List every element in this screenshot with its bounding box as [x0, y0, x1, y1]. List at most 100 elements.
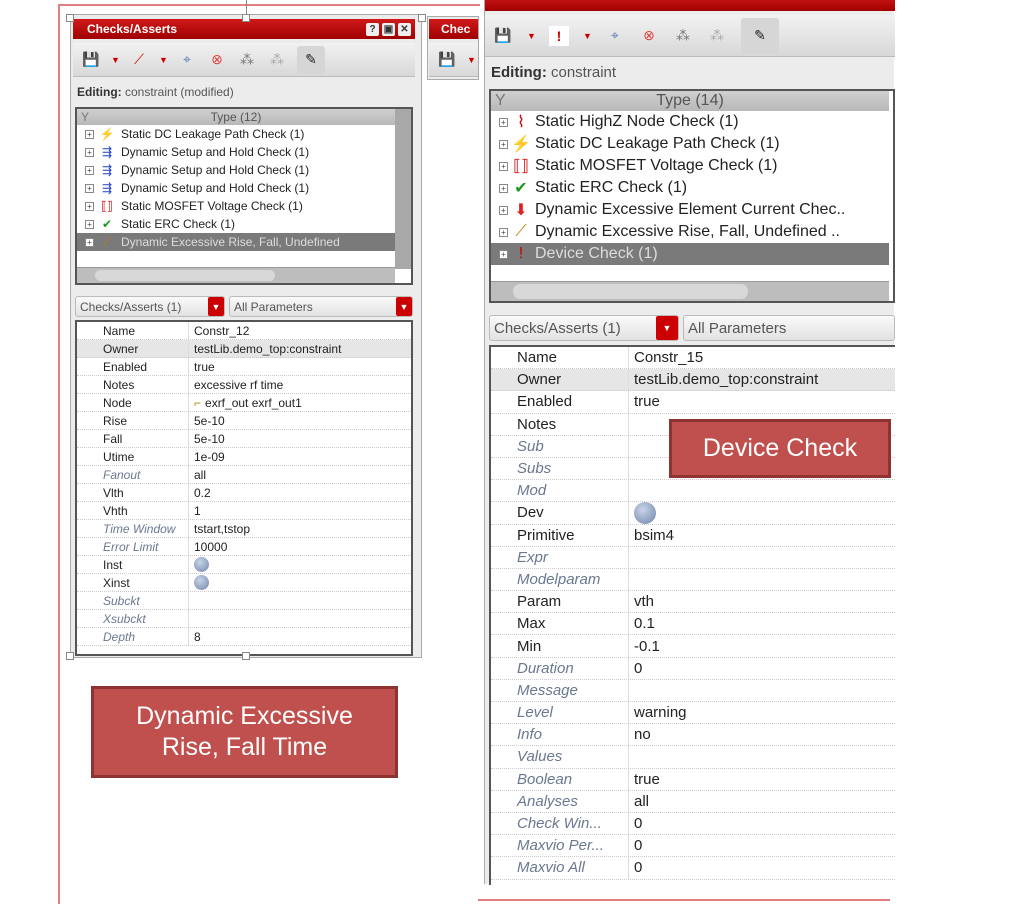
resize-handle[interactable] — [242, 14, 250, 22]
hierarchy-select-icon[interactable]: ⁂ — [267, 50, 287, 70]
tree-header[interactable]: Y Type (12) — [77, 109, 395, 125]
property-row[interactable]: Max 0.1 — [491, 613, 895, 636]
category-select[interactable]: Checks/Asserts (1) ▼ — [75, 296, 225, 317]
property-value[interactable]: 1e-09 — [194, 450, 225, 464]
target-icon[interactable]: ⌖ — [177, 50, 197, 70]
property-row[interactable]: Vhth 1 — [77, 502, 411, 520]
property-row[interactable]: Depth 8 — [77, 628, 411, 646]
resize-handle[interactable] — [66, 652, 74, 660]
property-row[interactable]: Node ⌐ exrf_out exrf_out1 — [77, 394, 411, 412]
browse-button[interactable] — [194, 557, 209, 572]
tree-item[interactable]: + ✔ Static ERC Check (1) — [77, 215, 395, 233]
property-value[interactable]: 0 — [634, 837, 642, 854]
tree-item[interactable]: + ✔ Static ERC Check (1) — [491, 177, 889, 199]
expand-icon[interactable]: + — [85, 183, 94, 193]
property-value[interactable]: 5e-10 — [194, 432, 225, 446]
property-value[interactable]: exrf_out exrf_out1 — [205, 396, 302, 410]
save-icon[interactable]: 💾 — [437, 50, 457, 70]
float-button[interactable]: ▣ — [382, 22, 395, 36]
property-row[interactable]: Xsubckt — [77, 610, 411, 628]
property-value[interactable]: warning — [634, 704, 687, 721]
chevron-down-icon[interactable]: ▼ — [656, 316, 678, 340]
property-row[interactable]: Check Win... 0 — [491, 812, 895, 836]
property-value[interactable]: 10000 — [194, 540, 227, 554]
tree-item[interactable]: + ⚡ Static DC Leakage Path Check (1) — [491, 133, 889, 155]
expand-icon[interactable]: + — [499, 139, 508, 149]
property-row[interactable]: Level warning — [491, 702, 895, 725]
property-value[interactable]: 5e-10 — [194, 414, 225, 428]
tree-item[interactable]: + ⟦⟧ Static MOSFET Voltage Check (1) — [491, 155, 889, 177]
category-select[interactable]: Checks/Asserts (1) ▼ — [489, 315, 679, 341]
property-row[interactable]: Vlth 0.2 — [77, 484, 411, 502]
save-icon[interactable]: 💾 — [81, 50, 101, 70]
tree-item[interactable]: + ⬇ Dynamic Excessive Element Current Chec… — [491, 199, 889, 221]
expand-icon[interactable]: + — [499, 161, 508, 171]
property-row[interactable]: Inst — [77, 556, 411, 574]
property-value[interactable]: 8 — [194, 630, 201, 644]
tree-item[interactable]: + ⌇ Static HighZ Node Check (1) — [491, 111, 889, 133]
chevron-down-icon[interactable]: ▼ — [208, 297, 224, 316]
property-row[interactable]: Param vth — [491, 591, 895, 614]
property-value[interactable]: true — [634, 771, 660, 788]
title-bar[interactable]: Chec — [429, 19, 478, 39]
resize-handle[interactable] — [242, 652, 250, 660]
device-check-icon[interactable]: ! — [549, 25, 569, 46]
parameters-select[interactable]: All Parameters ▼ — [229, 296, 413, 317]
property-value[interactable]: testLib.demo_top:constraint — [634, 371, 818, 388]
property-row[interactable]: Fanout all — [77, 466, 411, 484]
filter-icon[interactable]: Y — [495, 91, 506, 111]
property-row[interactable]: Name Constr_15 — [491, 347, 895, 370]
expand-icon[interactable]: + — [85, 201, 94, 211]
property-row[interactable]: Info no — [491, 724, 895, 747]
property-row[interactable]: Name Constr_12 — [77, 322, 411, 340]
property-row[interactable]: Boolean true — [491, 768, 895, 791]
property-row[interactable]: Maxvio Per... 0 — [491, 835, 895, 858]
property-value[interactable]: all — [634, 793, 649, 810]
property-row[interactable]: Values — [491, 746, 895, 769]
property-value[interactable]: Constr_12 — [194, 324, 249, 338]
expand-icon[interactable]: + — [85, 129, 94, 139]
rise-fall-icon[interactable]: ⟋ — [129, 50, 149, 70]
expand-icon[interactable]: + — [499, 117, 508, 127]
property-row[interactable]: Mod — [491, 480, 895, 503]
expand-icon[interactable]: + — [85, 237, 94, 247]
edit-icon[interactable]: ✎ — [297, 45, 325, 74]
vertical-scrollbar[interactable] — [395, 109, 411, 269]
title-bar[interactable]: Checks/Asserts ? ▣ ✕ — [73, 19, 415, 39]
property-row[interactable]: Fall 5e-10 — [77, 430, 411, 448]
property-value[interactable]: 0.2 — [194, 486, 211, 500]
tree-item[interactable]: +! Device Check (1) — [491, 243, 889, 265]
expand-icon[interactable]: + — [85, 147, 94, 157]
hierarchy-select-icon[interactable]: ⁂ — [707, 26, 727, 46]
type-dropdown[interactable]: ▼ — [159, 55, 168, 65]
property-value[interactable]: 0.1 — [634, 615, 655, 632]
delete-icon[interactable]: ⊗ — [207, 50, 227, 70]
property-row[interactable]: Dev — [491, 501, 895, 525]
tree-item[interactable]: + ⟋ Dynamic Excessive Rise, Fall, Undefine… — [491, 221, 889, 243]
property-row[interactable]: Rise 5e-10 — [77, 412, 411, 430]
help-button[interactable]: ? — [366, 22, 379, 36]
property-value[interactable]: 0 — [634, 815, 642, 832]
property-row[interactable]: Message — [491, 679, 895, 702]
property-value[interactable]: no — [634, 726, 651, 743]
property-row[interactable]: Error Limit 10000 — [77, 538, 411, 556]
close-button[interactable]: ✕ — [398, 22, 411, 36]
property-value[interactable]: tstart,tstop — [194, 522, 250, 536]
property-value[interactable]: vth — [634, 593, 654, 610]
property-row[interactable]: Duration 0 — [491, 657, 895, 680]
property-value[interactable]: bsim4 — [634, 527, 674, 544]
resize-handle[interactable] — [66, 14, 74, 22]
expand-icon[interactable]: + — [499, 205, 508, 215]
property-row[interactable]: Maxvio All 0 — [491, 857, 895, 880]
property-row[interactable]: Analyses all — [491, 790, 895, 813]
horizontal-scrollbar[interactable] — [491, 281, 889, 301]
property-row[interactable]: Expr — [491, 546, 895, 569]
property-row[interactable]: Utime 1e-09 — [77, 448, 411, 466]
property-row[interactable]: Primitive bsim4 — [491, 524, 895, 547]
property-value[interactable]: testLib.demo_top:constraint — [194, 342, 341, 356]
property-row[interactable]: Xinst — [77, 574, 411, 592]
hierarchy-icon[interactable]: ⁂ — [237, 50, 257, 70]
property-row[interactable]: Time Window tstart,tstop — [77, 520, 411, 538]
property-row[interactable]: Enabled true — [77, 358, 411, 376]
expand-icon[interactable]: + — [85, 165, 94, 175]
